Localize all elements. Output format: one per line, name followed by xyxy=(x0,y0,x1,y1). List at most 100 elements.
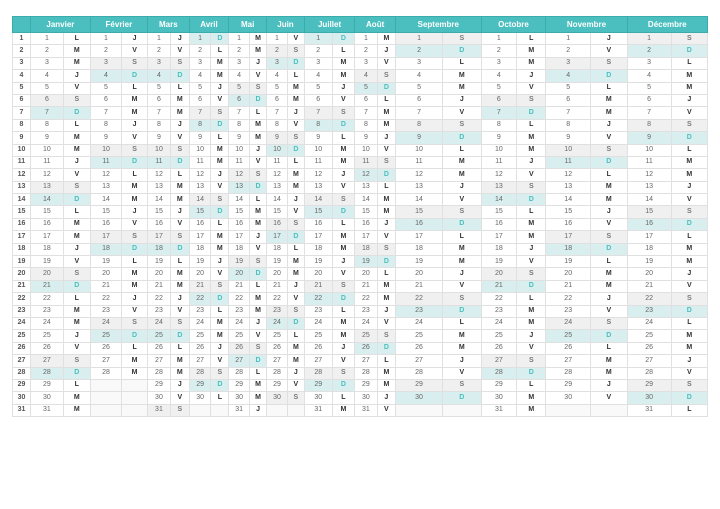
day-number-cell: 13 xyxy=(267,181,288,193)
day-number-cell: 15 xyxy=(481,206,517,218)
day-letter-cell: L xyxy=(287,330,304,342)
table-row: 44J4D4D4M4V4L4M4S4M4J4D4M xyxy=(13,70,708,82)
day-letter-cell: V xyxy=(122,218,148,230)
day-letter-cell: V xyxy=(377,144,395,156)
day-number-cell: 16 xyxy=(31,218,64,230)
day-number-cell: 9 xyxy=(304,132,332,144)
day-number-cell: 1 xyxy=(189,33,211,45)
empty-header xyxy=(13,17,31,33)
day-letter-cell: M xyxy=(250,33,267,45)
row-number: 14 xyxy=(13,194,31,206)
month-jan: Janvier xyxy=(31,17,91,33)
day-letter-cell: V xyxy=(377,317,395,329)
day-letter-cell: M xyxy=(122,268,148,280)
day-number-cell: 6 xyxy=(481,94,517,106)
day-number-cell: 8 xyxy=(546,119,591,131)
day-letter-cell xyxy=(211,404,229,416)
day-letter-cell: M xyxy=(517,317,546,329)
day-letter-cell: D xyxy=(170,330,189,342)
day-number-cell: 21 xyxy=(267,280,288,292)
day-number-cell: 18 xyxy=(481,243,517,255)
day-number-cell: 11 xyxy=(627,156,671,168)
day-number-cell: 12 xyxy=(90,169,121,181)
day-letter-cell: S xyxy=(250,342,267,354)
day-number-cell: 28 xyxy=(396,367,443,379)
day-number-cell: 8 xyxy=(304,119,332,131)
day-number-cell: 13 xyxy=(147,181,170,193)
day-number-cell: 8 xyxy=(31,119,64,131)
day-letter-cell: D xyxy=(332,293,355,305)
day-number-cell: 12 xyxy=(355,169,377,181)
day-letter-cell: M xyxy=(591,355,628,367)
day-number-cell: 30 xyxy=(229,392,250,404)
day-letter-cell: M xyxy=(122,107,148,119)
day-number-cell: 16 xyxy=(396,218,443,230)
day-number-cell: 28 xyxy=(355,367,377,379)
day-letter-cell: M xyxy=(63,132,90,144)
day-letter-cell: D xyxy=(211,119,229,131)
day-number-cell: 27 xyxy=(267,355,288,367)
day-number-cell: 1 xyxy=(147,33,170,45)
day-number-cell: 4 xyxy=(627,70,671,82)
day-number-cell: 12 xyxy=(31,169,64,181)
day-number-cell: 22 xyxy=(304,293,332,305)
day-number-cell: 16 xyxy=(189,218,211,230)
day-number-cell: 17 xyxy=(396,231,443,243)
day-number-cell: 9 xyxy=(396,132,443,144)
day-number-cell: 19 xyxy=(355,256,377,268)
day-letter-cell: S xyxy=(517,94,546,106)
day-letter-cell: M xyxy=(211,144,229,156)
day-number-cell: 2 xyxy=(396,45,443,57)
day-letter-cell: L xyxy=(332,305,355,317)
day-letter-cell: V xyxy=(287,293,304,305)
month-oct: Octobre xyxy=(481,17,546,33)
day-letter-cell: L xyxy=(211,45,229,57)
day-letter-cell: M xyxy=(671,169,707,181)
day-number-cell: 26 xyxy=(481,342,517,354)
day-number-cell: 7 xyxy=(627,107,671,119)
day-letter-cell: V xyxy=(517,342,546,354)
day-letter-cell: D xyxy=(332,119,355,131)
day-number-cell: 8 xyxy=(396,119,443,131)
day-letter-cell: M xyxy=(170,355,189,367)
day-letter-cell: L xyxy=(250,194,267,206)
day-letter-cell: S xyxy=(671,293,707,305)
day-letter-cell: M xyxy=(250,293,267,305)
day-letter-cell: S xyxy=(122,231,148,243)
day-number-cell: 20 xyxy=(481,268,517,280)
day-letter-cell: M xyxy=(287,268,304,280)
day-number-cell: 11 xyxy=(304,156,332,168)
day-letter-cell: L xyxy=(170,169,189,181)
day-letter-cell: J xyxy=(122,293,148,305)
row-number: 1 xyxy=(13,33,31,45)
day-number-cell: 1 xyxy=(481,33,517,45)
day-number-cell: 3 xyxy=(481,57,517,69)
day-number-cell: 10 xyxy=(627,144,671,156)
table-row: 2525J25D25D25M25V25L25M25S25M25J25D25M xyxy=(13,330,708,342)
day-letter-cell: D xyxy=(443,132,482,144)
day-number-cell: 26 xyxy=(267,342,288,354)
day-number-cell: 18 xyxy=(267,243,288,255)
day-number-cell: 22 xyxy=(90,293,121,305)
day-letter-cell: L xyxy=(170,342,189,354)
day-number-cell: 6 xyxy=(267,94,288,106)
day-letter-cell: M xyxy=(443,256,482,268)
row-number: 17 xyxy=(13,231,31,243)
day-letter-cell: M xyxy=(591,268,628,280)
day-number-cell: 21 xyxy=(31,280,64,292)
day-letter-cell: L xyxy=(332,392,355,404)
day-number-cell: 23 xyxy=(546,305,591,317)
day-number-cell: 9 xyxy=(31,132,64,144)
table-row: 33M3S3S3M3J3D3M3V3L3M3S3L xyxy=(13,57,708,69)
day-number-cell: 19 xyxy=(31,256,64,268)
day-number-cell: 11 xyxy=(189,156,211,168)
day-letter-cell: S xyxy=(287,392,304,404)
day-letter-cell xyxy=(443,404,482,416)
day-letter-cell: D xyxy=(377,82,395,94)
day-letter-cell: V xyxy=(170,218,189,230)
day-number-cell: 5 xyxy=(90,82,121,94)
day-letter-cell: V xyxy=(332,181,355,193)
day-number-cell: 7 xyxy=(147,107,170,119)
day-number-cell: 23 xyxy=(267,305,288,317)
day-number-cell: 3 xyxy=(546,57,591,69)
